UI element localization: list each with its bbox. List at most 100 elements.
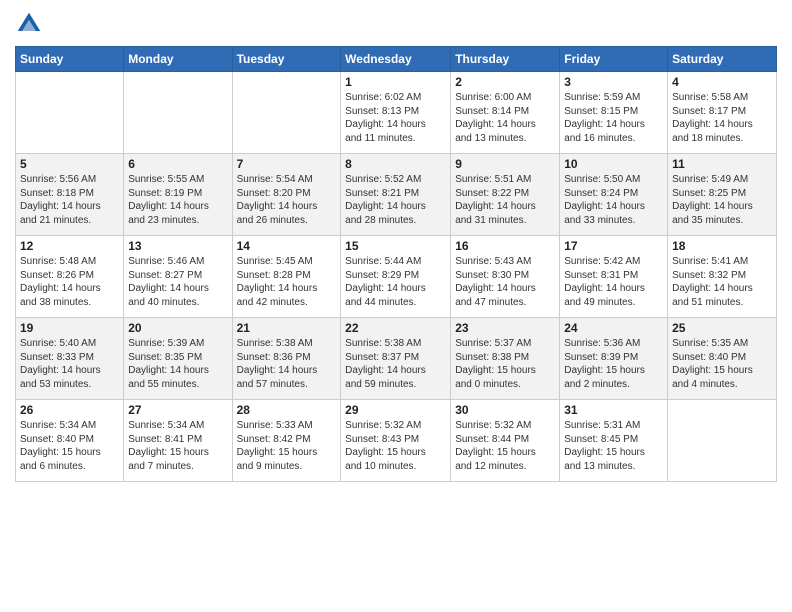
day-info: Sunrise: 5:34 AM Sunset: 8:41 PM Dayligh…: [128, 419, 227, 473]
calendar-cell: 11 Sunrise: 5:49 AM Sunset: 8:25 PM Dayli…: [668, 154, 777, 236]
day-info: Sunrise: 5:38 AM Sunset: 8:37 PM Dayligh…: [345, 337, 446, 391]
calendar-cell: 12 Sunrise: 5:48 AM Sunset: 8:26 PM Dayli…: [16, 236, 124, 318]
calendar-cell: 29Sunrise: 5:32 AM Sunset: 8:43 PM Dayli…: [341, 400, 451, 482]
day-number: 9: [455, 157, 555, 171]
day-number: 10: [564, 157, 663, 171]
day-number: 15: [345, 239, 446, 253]
logo-icon: [15, 10, 43, 38]
calendar-cell: 28 Sunrise: 5:33 AM Sunset: 8:42 PM Dayli…: [232, 400, 341, 482]
day-number: 16: [455, 239, 555, 253]
day-info: Sunrise: 5:38 AM Sunset: 8:36 PM Dayligh…: [237, 337, 337, 391]
calendar-cell: 16 Sunrise: 5:43 AM Sunset: 8:30 PM Dayli…: [451, 236, 560, 318]
calendar-cell: 2 Sunrise: 6:00 AM Sunset: 8:14 PM Daylig…: [451, 72, 560, 154]
weekday-header-wednesday: Wednesday: [341, 47, 451, 72]
calendar-cell: 24Sunrise: 5:36 AM Sunset: 8:39 PM Dayli…: [560, 318, 668, 400]
day-info: Sunrise: 6:00 AM Sunset: 8:14 PM Dayligh…: [455, 91, 555, 145]
calendar-cell: [668, 400, 777, 482]
calendar-cell: 8 Sunrise: 5:52 AM Sunset: 8:21 PM Daylig…: [341, 154, 451, 236]
day-number: 12: [20, 239, 119, 253]
day-info: Sunrise: 5:34 AM Sunset: 8:40 PM Dayligh…: [20, 419, 119, 473]
calendar-cell: 26Sunrise: 5:34 AM Sunset: 8:40 PM Dayli…: [16, 400, 124, 482]
calendar-cell: 22 Sunrise: 5:38 AM Sunset: 8:37 PM Dayli…: [341, 318, 451, 400]
day-number: 17: [564, 239, 663, 253]
calendar-cell: 15 Sunrise: 5:44 AM Sunset: 8:29 PM Dayli…: [341, 236, 451, 318]
calendar-cell: 10 Sunrise: 5:50 AM Sunset: 8:24 PM Dayli…: [560, 154, 668, 236]
day-info: Sunrise: 5:45 AM Sunset: 8:28 PM Dayligh…: [237, 255, 337, 309]
day-info: Sunrise: 5:43 AM Sunset: 8:30 PM Dayligh…: [455, 255, 555, 309]
calendar-table: SundayMondayTuesdayWednesdayThursdayFrid…: [15, 46, 777, 482]
weekday-header-tuesday: Tuesday: [232, 47, 341, 72]
calendar-cell: [232, 72, 341, 154]
day-number: 30: [455, 403, 555, 417]
day-info: Sunrise: 5:55 AM Sunset: 8:19 PM Dayligh…: [128, 173, 227, 227]
day-number: 6: [128, 157, 227, 171]
day-info: Sunrise: 5:58 AM Sunset: 8:17 PM Dayligh…: [672, 91, 772, 145]
day-info: Sunrise: 5:37 AM Sunset: 8:38 PM Dayligh…: [455, 337, 555, 391]
day-number: 11: [672, 157, 772, 171]
weekday-header-monday: Monday: [124, 47, 232, 72]
weekday-header-friday: Friday: [560, 47, 668, 72]
weekday-header-row: SundayMondayTuesdayWednesdayThursdayFrid…: [16, 47, 777, 72]
day-number: 25: [672, 321, 772, 335]
calendar-cell: 27 Sunrise: 5:34 AM Sunset: 8:41 PM Dayli…: [124, 400, 232, 482]
calendar-cell: 4 Sunrise: 5:58 AM Sunset: 8:17 PM Daylig…: [668, 72, 777, 154]
day-info: Sunrise: 5:32 AM Sunset: 8:43 PM Dayligh…: [345, 419, 446, 473]
day-number: 7: [237, 157, 337, 171]
day-info: Sunrise: 5:49 AM Sunset: 8:25 PM Dayligh…: [672, 173, 772, 227]
day-info: Sunrise: 5:41 AM Sunset: 8:32 PM Dayligh…: [672, 255, 772, 309]
calendar-cell: 31 Sunrise: 5:31 AM Sunset: 8:45 PM Dayli…: [560, 400, 668, 482]
day-number: 2: [455, 75, 555, 89]
day-info: Sunrise: 5:59 AM Sunset: 8:15 PM Dayligh…: [564, 91, 663, 145]
weekday-header-thursday: Thursday: [451, 47, 560, 72]
day-number: 22: [345, 321, 446, 335]
calendar-cell: 1Sunrise: 6:02 AM Sunset: 8:13 PM Daylig…: [341, 72, 451, 154]
day-info: Sunrise: 5:52 AM Sunset: 8:21 PM Dayligh…: [345, 173, 446, 227]
day-number: 4: [672, 75, 772, 89]
calendar-cell: 25 Sunrise: 5:35 AM Sunset: 8:40 PM Dayli…: [668, 318, 777, 400]
header: [15, 10, 777, 38]
day-info: Sunrise: 5:42 AM Sunset: 8:31 PM Dayligh…: [564, 255, 663, 309]
day-number: 3: [564, 75, 663, 89]
calendar-week-0: 1Sunrise: 6:02 AM Sunset: 8:13 PM Daylig…: [16, 72, 777, 154]
day-number: 27: [128, 403, 227, 417]
calendar-cell: 5Sunrise: 5:56 AM Sunset: 8:18 PM Daylig…: [16, 154, 124, 236]
day-number: 13: [128, 239, 227, 253]
calendar-week-2: 12 Sunrise: 5:48 AM Sunset: 8:26 PM Dayli…: [16, 236, 777, 318]
calendar-cell: 13Sunrise: 5:46 AM Sunset: 8:27 PM Dayli…: [124, 236, 232, 318]
calendar-cell: 21 Sunrise: 5:38 AM Sunset: 8:36 PM Dayli…: [232, 318, 341, 400]
calendar-cell: 6 Sunrise: 5:55 AM Sunset: 8:19 PM Daylig…: [124, 154, 232, 236]
day-info: Sunrise: 5:31 AM Sunset: 8:45 PM Dayligh…: [564, 419, 663, 473]
day-number: 20: [128, 321, 227, 335]
calendar-cell: 19Sunrise: 5:40 AM Sunset: 8:33 PM Dayli…: [16, 318, 124, 400]
calendar-cell: 20 Sunrise: 5:39 AM Sunset: 8:35 PM Dayli…: [124, 318, 232, 400]
day-info: Sunrise: 5:39 AM Sunset: 8:35 PM Dayligh…: [128, 337, 227, 391]
calendar-cell: 3 Sunrise: 5:59 AM Sunset: 8:15 PM Daylig…: [560, 72, 668, 154]
day-number: 19: [20, 321, 119, 335]
day-info: Sunrise: 6:02 AM Sunset: 8:13 PM Dayligh…: [345, 91, 446, 145]
calendar-week-1: 5Sunrise: 5:56 AM Sunset: 8:18 PM Daylig…: [16, 154, 777, 236]
day-number: 31: [564, 403, 663, 417]
day-info: Sunrise: 5:44 AM Sunset: 8:29 PM Dayligh…: [345, 255, 446, 309]
calendar-cell: [16, 72, 124, 154]
day-number: 21: [237, 321, 337, 335]
page: SundayMondayTuesdayWednesdayThursdayFrid…: [0, 0, 792, 612]
calendar-cell: 17 Sunrise: 5:42 AM Sunset: 8:31 PM Dayli…: [560, 236, 668, 318]
day-info: Sunrise: 5:33 AM Sunset: 8:42 PM Dayligh…: [237, 419, 337, 473]
day-number: 28: [237, 403, 337, 417]
calendar-cell: 14 Sunrise: 5:45 AM Sunset: 8:28 PM Dayli…: [232, 236, 341, 318]
day-info: Sunrise: 5:51 AM Sunset: 8:22 PM Dayligh…: [455, 173, 555, 227]
day-number: 18: [672, 239, 772, 253]
day-info: Sunrise: 5:50 AM Sunset: 8:24 PM Dayligh…: [564, 173, 663, 227]
day-info: Sunrise: 5:48 AM Sunset: 8:26 PM Dayligh…: [20, 255, 119, 309]
logo: [15, 10, 47, 38]
calendar-cell: 30Sunrise: 5:32 AM Sunset: 8:44 PM Dayli…: [451, 400, 560, 482]
day-number: 23: [455, 321, 555, 335]
day-info: Sunrise: 5:35 AM Sunset: 8:40 PM Dayligh…: [672, 337, 772, 391]
day-number: 14: [237, 239, 337, 253]
day-number: 8: [345, 157, 446, 171]
day-info: Sunrise: 5:54 AM Sunset: 8:20 PM Dayligh…: [237, 173, 337, 227]
calendar-cell: 23 Sunrise: 5:37 AM Sunset: 8:38 PM Dayli…: [451, 318, 560, 400]
calendar-week-3: 19Sunrise: 5:40 AM Sunset: 8:33 PM Dayli…: [16, 318, 777, 400]
day-info: Sunrise: 5:36 AM Sunset: 8:39 PM Dayligh…: [564, 337, 663, 391]
calendar-cell: 18 Sunrise: 5:41 AM Sunset: 8:32 PM Dayli…: [668, 236, 777, 318]
